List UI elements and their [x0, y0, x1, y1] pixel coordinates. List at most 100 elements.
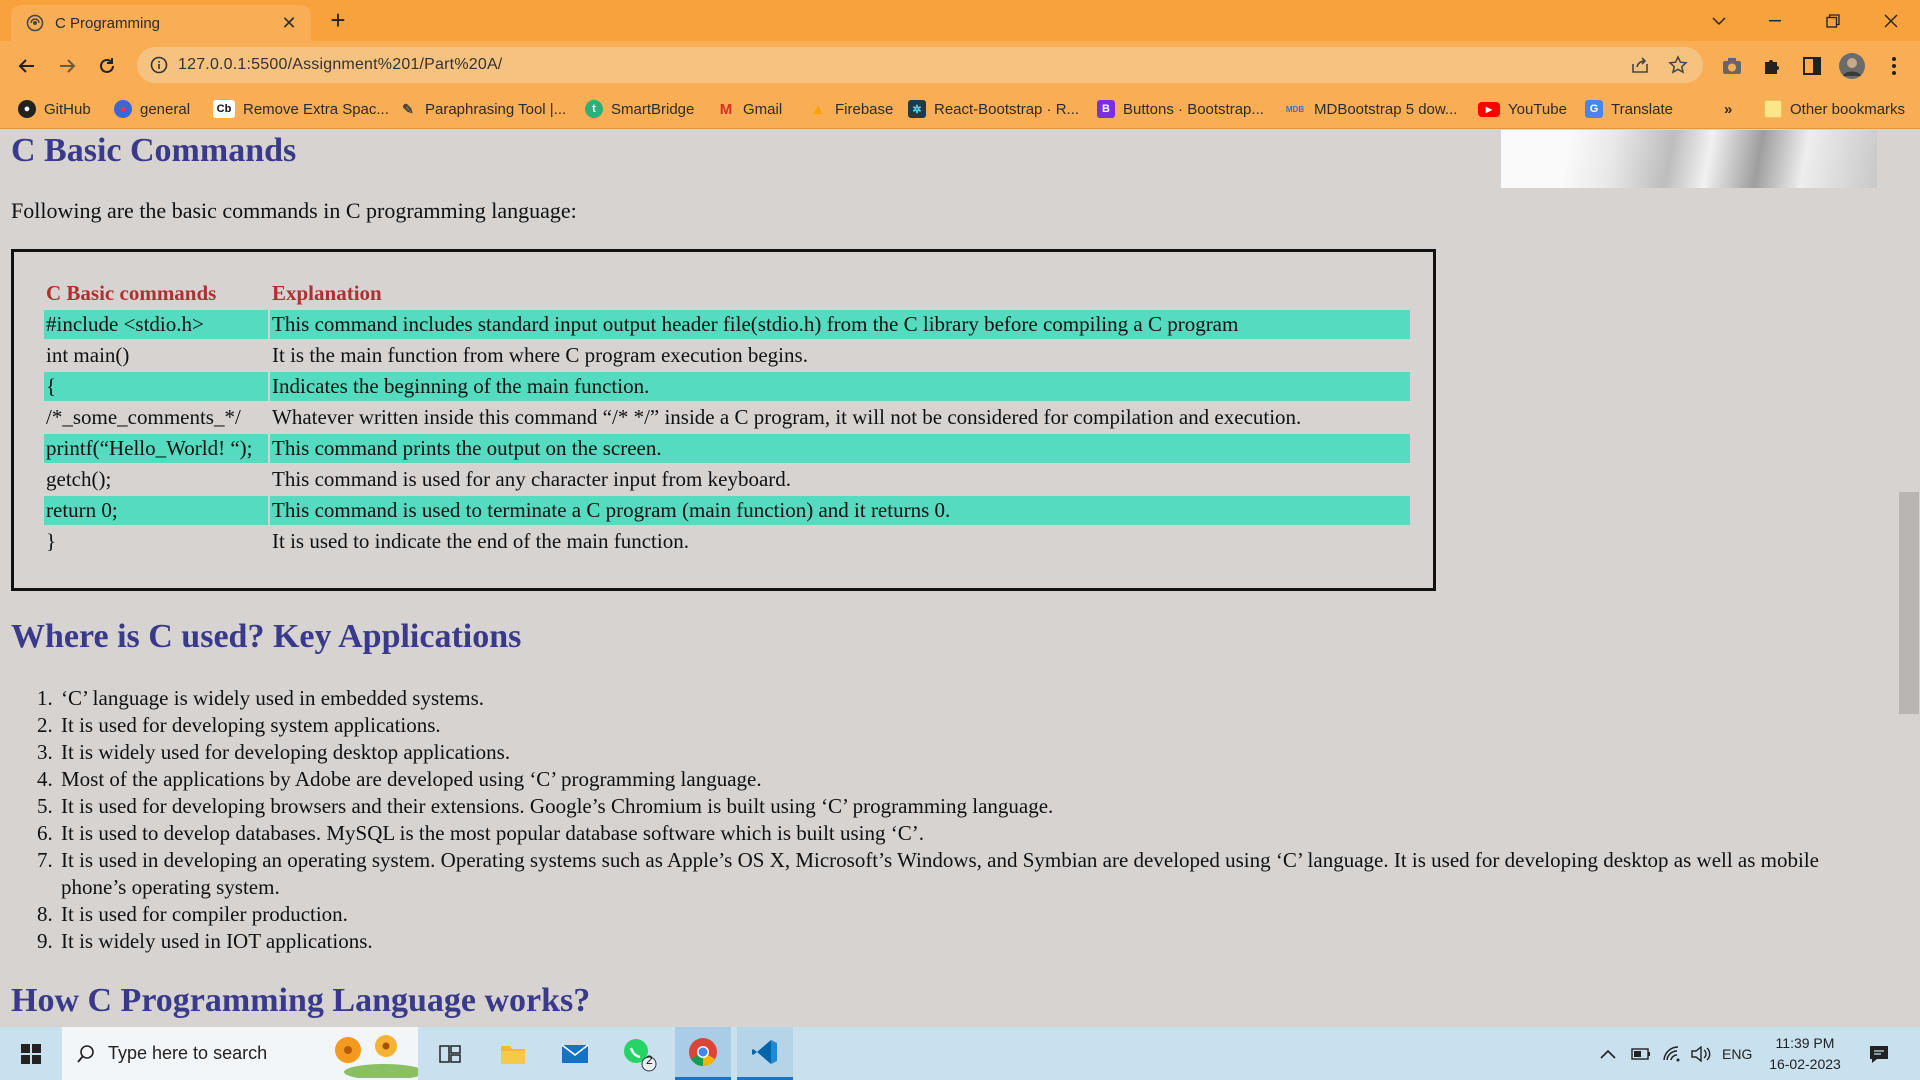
table-row: getch(); This command is used for any cha…: [44, 465, 1410, 494]
forward-button[interactable]: [51, 50, 83, 82]
command-cell: #include <stdio.h>: [44, 310, 268, 339]
explanation-cell: Whatever written inside this command “/*…: [272, 405, 1302, 429]
tab-strip: C Programming ✕ +: [0, 0, 1920, 41]
command-cell: int main(): [46, 343, 130, 367]
table-header: Explanation: [272, 281, 382, 305]
more-bookmarks-chevron[interactable]: »: [1724, 98, 1732, 120]
list-item: 8. It is used for compiler production.: [37, 902, 348, 926]
taskbar-clock[interactable]: 11:39 PM 16-02-2023: [1760, 1033, 1850, 1075]
command-cell: printf(“Hello_World! “);: [44, 434, 268, 463]
list-item-text: It is widely used in IOT applications.: [61, 929, 373, 953]
whatsapp-icon[interactable]: 2: [611, 1027, 667, 1080]
cb-icon: Cb: [213, 100, 235, 118]
volume-icon[interactable]: [1690, 1027, 1712, 1080]
bookmark-mdbootstrap[interactable]: MDB MDBootstrap 5 dow...: [1284, 98, 1458, 120]
list-item: 5. It is used for developing browsers and…: [37, 794, 1054, 818]
bookmark-translate[interactable]: G Translate: [1585, 98, 1673, 120]
bookmark-star-icon[interactable]: [1667, 54, 1689, 76]
other-bookmarks-folder[interactable]: Other bookmarks: [1764, 98, 1905, 120]
file-explorer-icon[interactable]: [487, 1027, 539, 1080]
table-row: return 0; This command is used to termina…: [44, 496, 1410, 525]
intro-text: Following are the basic commands in C pr…: [11, 198, 577, 223]
table-row: {Indicates the beginning of the main fun…: [44, 372, 1410, 401]
menu-dots-icon[interactable]: [1878, 50, 1910, 82]
tab-close-icon[interactable]: ✕: [279, 13, 299, 34]
globe-icon: [25, 13, 45, 33]
list-item: 6. It is used to develop databases. MySQL…: [37, 821, 924, 845]
bookmark-firebase[interactable]: ▲ Firebase: [809, 98, 894, 120]
command-cell: return 0;: [44, 496, 268, 525]
bookmark-react-bootstrap[interactable]: ✲ React-Bootstrap · R...: [908, 98, 1079, 120]
whatsapp-badge: 2: [646, 1053, 653, 1067]
profile-avatar[interactable]: [1836, 50, 1868, 82]
bookmark-github[interactable]: ● GitHub: [18, 98, 91, 120]
reload-button[interactable]: [91, 50, 123, 82]
table-row: /*_some_comments_*/ Whatever written insi…: [44, 403, 1410, 432]
browser-toolbar: 127.0.0.1:5500/Assignment%201/Part%20A/: [0, 41, 1920, 89]
applications-list: 1. ‘C’ language is widely used in embedde…: [37, 685, 1881, 955]
restore-button[interactable]: [1804, 0, 1862, 41]
bookmark-label: Other bookmarks: [1790, 100, 1906, 118]
translate-icon: G: [1585, 100, 1603, 118]
battery-icon[interactable]: [1631, 1027, 1651, 1080]
language-indicator[interactable]: ENG: [1722, 1027, 1752, 1080]
explanation-cell: This command is used for any character i…: [272, 467, 792, 491]
extensions-puzzle-icon[interactable]: [1756, 50, 1788, 82]
explanation-cell: Indicates the beginning of the main func…: [270, 372, 1410, 401]
list-item-text: Most of the applications by Adobe are de…: [61, 767, 762, 791]
bookmark-gmail[interactable]: M Gmail: [717, 98, 782, 120]
back-button[interactable]: [11, 50, 43, 82]
bookmark-label: Gmail: [743, 100, 783, 118]
bookmark-buttons-bootstrap[interactable]: B Buttons · Bootstrap...: [1097, 98, 1264, 120]
side-panel-icon[interactable]: [1796, 50, 1828, 82]
tab-search-chevron-icon[interactable]: [1690, 0, 1748, 41]
explanation-cell: This command includes standard input out…: [270, 310, 1410, 339]
youtube-icon: ▶: [1478, 101, 1500, 117]
bookmark-paraphrasing-tool[interactable]: ✎ Paraphrasing Tool |...: [399, 98, 566, 120]
list-item-text: ‘C’ language is widely used in embedded …: [61, 686, 485, 710]
c-language-image: [1501, 130, 1877, 188]
list-item: 1. ‘C’ language is widely used in embedde…: [37, 686, 485, 710]
bookmark-general[interactable]: ● general: [114, 98, 190, 120]
close-window-button[interactable]: [1862, 0, 1920, 41]
table-row: int main() It is the main function from w…: [44, 341, 1410, 370]
scrollbar-thumb[interactable]: [1899, 492, 1919, 714]
bookmark-label: Remove Extra Spac...: [243, 100, 389, 118]
chrome-taskbar-icon[interactable]: [675, 1027, 731, 1080]
page-content: C Basic Commands Following are the basic…: [0, 130, 1898, 1027]
list-item-text: It is used in developing an operating sy…: [61, 848, 1820, 899]
windows-start-icon[interactable]: [0, 1027, 62, 1080]
bookmark-youtube[interactable]: ▶ YouTube: [1478, 98, 1567, 120]
search-placeholder: Type here to search: [108, 1043, 268, 1063]
share-icon[interactable]: [1629, 54, 1651, 76]
command-cell: }: [46, 529, 57, 553]
new-tab-button[interactable]: +: [325, 7, 351, 34]
bookmark-label: React-Bootstrap · R...: [934, 100, 1080, 118]
site-info-icon[interactable]: [149, 55, 169, 75]
browser-tab[interactable]: C Programming ✕: [11, 5, 311, 41]
list-item-text: It is used for developing browsers and t…: [61, 794, 1054, 818]
search-icon: [76, 1044, 96, 1064]
mail-icon[interactable]: [549, 1027, 601, 1080]
minimize-button[interactable]: [1746, 0, 1804, 41]
bookmark-remove-extra-spaces[interactable]: Cb Remove Extra Spac...: [213, 98, 389, 120]
vscode-taskbar-icon[interactable]: [737, 1027, 793, 1080]
bookmark-smartbridge[interactable]: t SmartBridge: [585, 98, 694, 120]
address-bar[interactable]: 127.0.0.1:5500/Assignment%201/Part%20A/: [137, 47, 1703, 83]
gmail-icon: M: [719, 100, 733, 118]
url-text[interactable]: 127.0.0.1:5500/Assignment%201/Part%20A/: [178, 56, 502, 74]
bookmark-label: Firebase: [835, 100, 894, 118]
bookmark-label: Paraphrasing Tool |...: [425, 100, 567, 118]
task-view-icon[interactable]: [424, 1027, 476, 1080]
camera-extension-icon[interactable]: [1716, 50, 1748, 82]
wifi-icon[interactable]: [1662, 1027, 1682, 1080]
section-title-basic-commands: C Basic Commands: [11, 132, 297, 169]
notifications-icon[interactable]: [1868, 1027, 1890, 1080]
list-item: 7. It is used in developing an operating …: [37, 848, 1820, 899]
explanation-cell: This command is used to terminate a C pr…: [270, 496, 1410, 525]
taskbar-search-box[interactable]: Type here to search: [62, 1027, 424, 1080]
list-item-text: It is widely used for developing desktop…: [61, 740, 511, 764]
show-hidden-icons-chevron[interactable]: [1600, 1027, 1616, 1080]
bookmark-label: Buttons · Bootstrap...: [1123, 100, 1264, 118]
section-title-how-c-works: How C Programming Language works?: [11, 982, 591, 1019]
